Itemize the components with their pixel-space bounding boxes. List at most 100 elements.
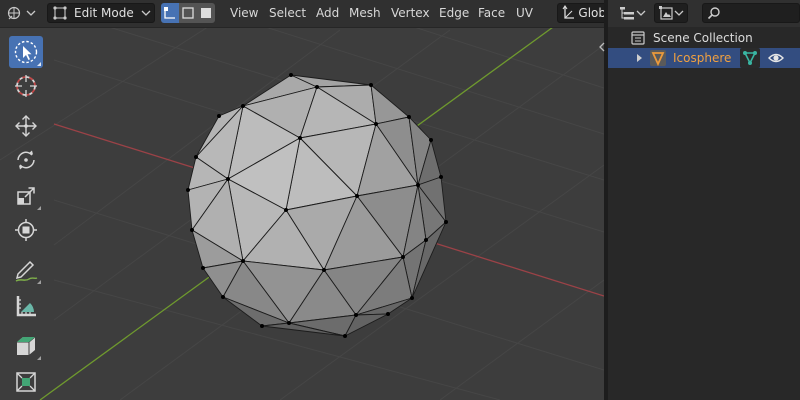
chevron-down-icon [636, 10, 646, 16]
mesh-vertex[interactable] [315, 85, 319, 89]
tool-cursor[interactable] [9, 70, 43, 102]
mesh-vertex[interactable] [416, 183, 420, 187]
mesh-vertex[interactable] [241, 259, 245, 263]
mode-dropdown[interactable]: Edit Mode [47, 3, 155, 23]
tool-measure[interactable] [9, 290, 43, 322]
transform-orientation-dropdown[interactable]: Glob [557, 3, 604, 23]
mesh-object-icon [650, 50, 666, 67]
chevron-down-icon [141, 10, 151, 16]
vertex-select-icon [164, 7, 175, 19]
icosphere-mesh[interactable] [186, 73, 448, 338]
icosphere-row[interactable]: Icosphere [608, 48, 800, 68]
mesh-vertex[interactable] [201, 266, 205, 270]
mesh-vertex[interactable] [386, 312, 390, 316]
mesh-vertex[interactable] [429, 138, 433, 142]
mesh-vertex[interactable] [241, 104, 245, 108]
edge-select-button[interactable] [179, 3, 197, 23]
mesh-vertex[interactable] [190, 228, 194, 232]
rotate-icon [17, 150, 35, 170]
outliner-search-field[interactable] [702, 3, 800, 23]
chevron-down-icon [26, 10, 36, 16]
outliner-panel[interactable]: Scene Collection Icosphere [599, 0, 800, 400]
extrude-region-icon [16, 372, 36, 392]
viewport-scene[interactable] [0, 0, 604, 400]
orientation-icon [562, 5, 575, 19]
chevron-down-icon [674, 10, 684, 16]
viewport-header: Edit Mode View Select Add Mesh Vertex Ed… [0, 0, 604, 28]
mesh-vertex[interactable] [322, 268, 326, 272]
scene-collection-row[interactable]: Scene Collection [608, 28, 800, 48]
tool-select-box[interactable] [9, 36, 43, 68]
mesh-vertex[interactable] [439, 175, 443, 179]
orientation-label: Glob [578, 6, 604, 20]
mesh-vertex[interactable] [354, 313, 358, 317]
face-select-button[interactable] [197, 3, 215, 23]
mesh-vertex[interactable] [217, 114, 221, 118]
mesh-vertex[interactable] [260, 324, 264, 328]
cursor-icon [15, 75, 37, 97]
collapse-arrow-icon[interactable] [598, 42, 606, 52]
tool-scale[interactable] [9, 180, 43, 212]
menu-select[interactable]: Select [269, 5, 306, 22]
mesh-vertex[interactable] [355, 194, 359, 198]
menu-add[interactable]: Add [316, 5, 339, 22]
tool-add-cube[interactable] [9, 330, 43, 362]
editor-type-dropdown[interactable] [6, 3, 40, 23]
expand-arrow-icon[interactable] [636, 53, 644, 63]
select-mode-group [161, 3, 217, 23]
mesh-vertex[interactable] [444, 220, 448, 224]
annotate-icon [15, 260, 38, 282]
mesh-vertex[interactable] [369, 83, 373, 87]
mesh-vertex[interactable] [401, 255, 405, 259]
mesh-data-icon[interactable] [740, 48, 760, 68]
move-icon [15, 115, 37, 137]
mesh-vertex[interactable] [226, 177, 230, 181]
menu-uv[interactable]: UV [516, 5, 533, 22]
tool-move[interactable] [9, 110, 43, 142]
3d-viewport[interactable]: Edit Mode View Select Add Mesh Vertex Ed… [0, 0, 604, 400]
mesh-vertex[interactable] [410, 296, 414, 300]
menu-face[interactable]: Face [478, 5, 505, 22]
mesh-vertex[interactable] [424, 238, 428, 242]
tool-transform[interactable] [9, 214, 43, 246]
measure-icon [16, 296, 36, 317]
transform-icon [15, 219, 37, 241]
select-box-icon [14, 40, 38, 64]
outliner-header [608, 0, 800, 27]
visibility-eye-icon[interactable] [768, 52, 784, 64]
scene-collection-label: Scene Collection [653, 31, 753, 45]
mesh-vertex[interactable] [221, 295, 225, 299]
menu-edge[interactable]: Edge [439, 5, 469, 22]
edge-select-icon [182, 7, 194, 19]
add-cube-icon [17, 336, 36, 355]
mesh-vertex[interactable] [287, 321, 291, 325]
mesh-vertex[interactable] [284, 208, 288, 212]
outliner-editor-type-dropdown[interactable] [618, 3, 648, 23]
tool-annotate[interactable] [9, 254, 43, 286]
mesh-vertex[interactable] [343, 334, 347, 338]
mode-label: Edit Mode [74, 6, 134, 20]
mesh-vertex[interactable] [298, 136, 302, 140]
display-mode-dropdown[interactable] [654, 3, 688, 23]
grid-line [439, 279, 604, 400]
scale-icon [17, 187, 35, 205]
mesh-vertex[interactable] [407, 115, 411, 119]
face-select-icon [201, 8, 211, 18]
mesh-vertex[interactable] [194, 155, 198, 159]
tool-rotate[interactable] [9, 144, 43, 176]
menu-vertex[interactable]: Vertex [391, 5, 430, 22]
menu-view[interactable]: View [230, 5, 258, 22]
object-label: Icosphere [673, 51, 732, 65]
viewport-editor-icon [7, 6, 21, 20]
scene-collection-icon [631, 31, 645, 45]
tool-extrude-region[interactable] [9, 366, 43, 398]
mesh-vertex[interactable] [186, 188, 190, 192]
vertex-select-button[interactable] [161, 3, 179, 23]
outliner-icon [620, 7, 634, 20]
mesh-vertex[interactable] [374, 122, 378, 126]
display-mode-icon [659, 6, 673, 20]
search-icon [707, 7, 720, 20]
edit-mode-icon [53, 6, 67, 20]
mesh-vertex[interactable] [289, 73, 293, 77]
menu-mesh[interactable]: Mesh [349, 5, 381, 22]
